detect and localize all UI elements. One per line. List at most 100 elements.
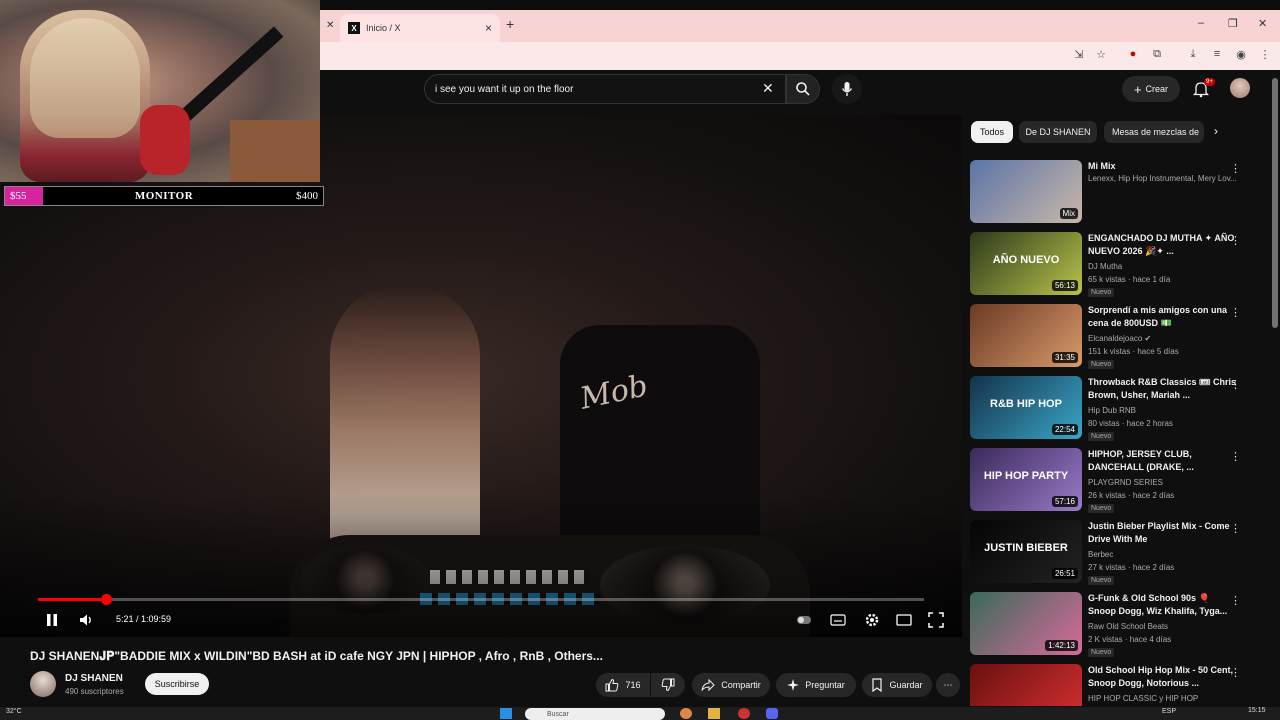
profile-icon[interactable]: ◉ xyxy=(1234,48,1248,62)
progress-bar[interactable] xyxy=(38,594,924,605)
more-vert-icon[interactable]: ⋮ xyxy=(1230,162,1241,175)
donation-goal-bar: $55 MONITOR $400 xyxy=(4,186,324,206)
more-vert-icon[interactable]: ⋮ xyxy=(1230,234,1241,247)
more-vert-icon[interactable]: ⋮ xyxy=(1230,594,1241,607)
recommendation-title[interactable]: Sorprendí a mis amigos con una cena de 8… xyxy=(1088,304,1236,330)
chip-mesas-de-mezclas[interactable]: Mesas de mezclas de xyxy=(1104,121,1204,143)
download-icon[interactable]: ⤓ xyxy=(1186,48,1200,62)
recommendation-thumbnail[interactable]: AÑO NUEVO 56:13 xyxy=(970,232,1082,295)
tab-close-button[interactable]: × xyxy=(485,21,492,35)
duration-badge: 56:13 xyxy=(1051,280,1078,291)
search-input[interactable]: i see you want it up on the floor xyxy=(424,74,786,104)
recommendation-thumbnail[interactable]: 31:35 xyxy=(970,304,1082,367)
discord-taskbar-icon[interactable] xyxy=(766,708,778,719)
dislike-button[interactable] xyxy=(651,673,685,697)
recommendation-item[interactable]: AÑO NUEVO 56:13 ENGANCHADO DJ MUTHA ✦ AÑO … xyxy=(970,232,1270,300)
recommendation-channel[interactable]: Elcanaldejoaco ✔ xyxy=(1088,334,1151,343)
maximize-button[interactable]: ❐ xyxy=(1228,17,1238,30)
ask-button[interactable]: Preguntar xyxy=(776,673,856,697)
voice-search-button[interactable] xyxy=(832,74,862,104)
recommendation-thumbnail[interactable]: 1:42:13 xyxy=(970,592,1082,655)
more-vert-icon[interactable]: ⋮ xyxy=(1230,450,1241,463)
recommendation-item[interactable]: 1:42:13 G-Funk & Old School 90s 🎈 Snoop D… xyxy=(970,592,1270,660)
create-label: Crear xyxy=(1145,84,1169,94)
recommendation-item[interactable]: Mix Mi Mix Lenexx, Hip Hop Instrumental, M… xyxy=(970,160,1270,228)
menu-icon[interactable]: ⋮ xyxy=(1258,48,1272,62)
account-avatar[interactable] xyxy=(1230,78,1250,98)
like-button[interactable]: 716 xyxy=(596,673,650,697)
theater-mode-icon[interactable] xyxy=(896,612,912,628)
extensions-icon[interactable]: ⧉ xyxy=(1150,48,1164,62)
create-button[interactable]: + Crear xyxy=(1122,76,1180,102)
time-display: 5:21 / 1:09:59 xyxy=(116,614,172,624)
recommendation-item[interactable]: 31:35 Sorprendí a mis amigos con una cena… xyxy=(970,304,1270,372)
recommendation-thumbnail[interactable] xyxy=(970,664,1082,706)
minimize-button[interactable]: – xyxy=(1198,17,1204,29)
fullscreen-icon[interactable] xyxy=(928,612,944,628)
recommendation-channel[interactable]: Hip Dub RNB xyxy=(1088,406,1136,415)
recommendation-item[interactable]: R&B HIP HOP 22:54 Throwback R&B Classics 🎟… xyxy=(970,376,1270,444)
save-label: Guardar xyxy=(889,680,923,690)
extension-opera-icon[interactable]: ● xyxy=(1126,48,1140,62)
recommendation-channel[interactable]: DJ Mutha xyxy=(1088,262,1122,271)
bookmark-star-icon[interactable]: ☆ xyxy=(1094,48,1108,62)
install-app-icon[interactable]: ⇲ xyxy=(1072,48,1086,62)
recommendation-title[interactable]: Throwback R&B Classics 🎟 Chris Brown, Us… xyxy=(1088,376,1236,402)
recommendation-thumbnail[interactable]: JUSTIN BIEBER 26:51 xyxy=(970,520,1082,583)
channel-name[interactable]: DJ SHANEN xyxy=(65,673,123,684)
new-tab-button[interactable]: + xyxy=(506,16,514,32)
obs-taskbar-icon[interactable] xyxy=(738,708,750,719)
more-vert-icon[interactable]: ⋮ xyxy=(1230,666,1241,679)
recommendation-title[interactable]: G-Funk & Old School 90s 🎈 Snoop Dogg, Wi… xyxy=(1088,592,1236,618)
autoplay-toggle-icon[interactable] xyxy=(796,612,812,628)
notification-badge: 9+ xyxy=(1204,78,1215,86)
more-vert-icon[interactable]: ⋮ xyxy=(1230,306,1241,319)
windows-start-icon[interactable] xyxy=(500,708,512,719)
subscribe-button[interactable]: Suscribirse xyxy=(145,673,209,695)
media-icon[interactable]: ≡ xyxy=(1210,48,1224,62)
window-close-button[interactable]: ✕ xyxy=(1258,17,1267,30)
recommendation-title[interactable]: Old School Hip Hop Mix - 50 Cent, Snoop … xyxy=(1088,664,1236,690)
save-button[interactable]: Guardar xyxy=(862,673,932,697)
subtitles-icon[interactable] xyxy=(830,612,846,628)
recommendation-channel[interactable]: HIP HOP CLASSIC y HIP HOP xyxy=(1088,694,1198,703)
search-button[interactable] xyxy=(786,74,820,104)
recommendation-thumbnail[interactable]: R&B HIP HOP 22:54 xyxy=(970,376,1082,439)
close-icon[interactable]: ✕ xyxy=(326,20,334,31)
clear-search-button[interactable]: ✕ xyxy=(762,80,774,97)
settings-icon[interactable] xyxy=(864,612,880,628)
recommendation-channel[interactable]: Berbec xyxy=(1088,550,1113,559)
pause-icon[interactable] xyxy=(44,612,60,628)
progress-scrubber[interactable] xyxy=(100,594,112,605)
recommendation-channel[interactable]: Lenexx, Hip Hop Instrumental, Mery Lov..… xyxy=(1088,174,1237,183)
folder-taskbar-icon[interactable] xyxy=(708,708,720,719)
language-indicator[interactable]: ESP xyxy=(1162,708,1176,715)
share-button[interactable]: Compartir xyxy=(692,673,770,697)
more-vert-icon[interactable]: ⋮ xyxy=(1230,522,1241,535)
chip-todos[interactable]: Todos xyxy=(971,121,1013,143)
scrollbar-thumb[interactable] xyxy=(1272,78,1278,328)
chevron-right-icon[interactable]: › xyxy=(1214,124,1218,138)
chrome-taskbar-icon[interactable] xyxy=(680,708,692,719)
volume-icon[interactable] xyxy=(78,612,94,628)
recommendation-item[interactable]: HIP HOP PARTY 57:16 HIPHOP, JERSEY CLUB, D… xyxy=(970,448,1270,516)
tab-inicio-x[interactable]: X Inicio / X × xyxy=(340,14,500,42)
recommendation-thumbnail[interactable]: Mix xyxy=(970,160,1082,223)
recommendation-channel[interactable]: PLAYGRND SERIES xyxy=(1088,478,1163,487)
channel-avatar[interactable] xyxy=(30,671,56,697)
more-actions-button[interactable]: ⋯ xyxy=(936,673,960,697)
weather-widget[interactable]: 32°C xyxy=(6,708,22,715)
taskbar-search[interactable]: Buscar xyxy=(525,708,665,720)
recommendation-channel[interactable]: Raw Old School Beats xyxy=(1088,622,1168,631)
ask-label: Preguntar xyxy=(805,680,845,690)
recommendation-title[interactable]: Mi Mix xyxy=(1088,160,1236,173)
recommendation-item[interactable]: JUSTIN BIEBER 26:51 Justin Bieber Playlist… xyxy=(970,520,1270,588)
recommendation-item[interactable]: Old School Hip Hop Mix - 50 Cent, Snoop … xyxy=(970,664,1270,706)
clock[interactable]: 15:15 xyxy=(1248,707,1266,714)
recommendation-title[interactable]: ENGANCHADO DJ MUTHA ✦ AÑO NUEVO 2026 🎉✦ … xyxy=(1088,232,1236,258)
chip-de-dj-shanen[interactable]: De DJ SHANEN xyxy=(1019,121,1097,143)
recommendation-title[interactable]: Justin Bieber Playlist Mix - Come Drive … xyxy=(1088,520,1236,546)
recommendation-thumbnail[interactable]: HIP HOP PARTY 57:16 xyxy=(970,448,1082,511)
recommendation-title[interactable]: HIPHOP, JERSEY CLUB, DANCEHALL (DRAKE, .… xyxy=(1088,448,1236,474)
more-vert-icon[interactable]: ⋮ xyxy=(1230,378,1241,391)
